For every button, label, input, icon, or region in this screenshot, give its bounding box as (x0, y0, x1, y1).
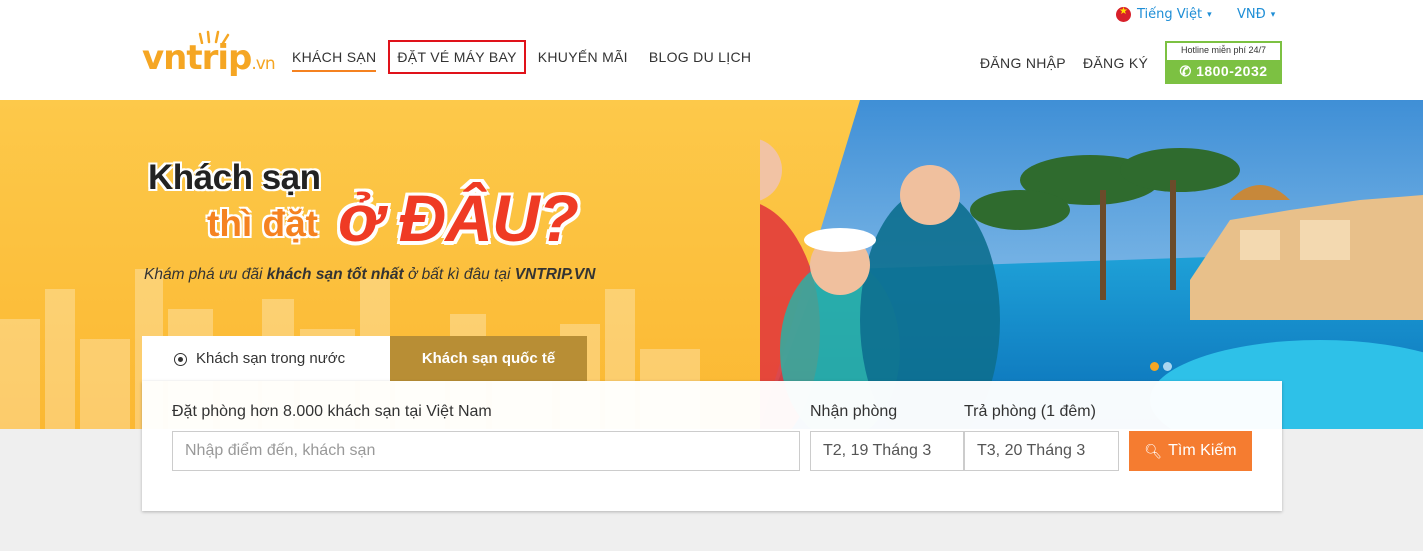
hero-headline-line2: thì đặt (207, 203, 318, 244)
slider-dot[interactable] (1163, 362, 1172, 371)
tagline-bold: khách sạn tốt nhất (266, 266, 404, 283)
tagline-part2: ở bất kì đâu tại (403, 266, 515, 283)
beach-resort-photo (760, 100, 1423, 429)
logo-sun-icon (198, 30, 230, 44)
search-button[interactable]: 🔍︎ Tìm Kiếm (1129, 431, 1252, 471)
nav-khuyen-mai[interactable]: KHUYẾN MÃI (529, 41, 637, 73)
logo-vn: vn (142, 38, 187, 78)
tab-international-hotels[interactable]: Khách sạn quốc tế (390, 336, 587, 381)
nav-blog-du-lich[interactable]: BLOG DU LỊCH (640, 41, 760, 73)
logo-suffix: .vn (251, 54, 275, 74)
radio-selected-icon (174, 353, 187, 366)
main-nav: KHÁCH SẠN ĐẶT VÉ MÁY BAY KHUYẾN MÃI BLOG… (283, 40, 763, 74)
destination-field (172, 431, 800, 471)
language-selector[interactable]: Tiếng Việt ▾ (1116, 6, 1212, 22)
checkout-date-field[interactable]: T3, 20 Tháng 3 (964, 431, 1119, 471)
header: Tiếng Việt ▾ VNĐ ▾ vntrip.vn KHÁCH SẠN Đ… (0, 0, 1423, 100)
search-subtitle: Đặt phòng hơn 8.000 khách sạn tại Việt N… (172, 403, 492, 420)
hero-headline-emphasis: ở ĐÂU? (338, 181, 579, 255)
destination-input[interactable] (185, 432, 787, 470)
vietnam-flag-icon (1116, 6, 1131, 22)
tagline-part1: Khám phá ưu đãi (144, 266, 267, 283)
hotline-label: Hotline miễn phí 24/7 (1180, 45, 1267, 55)
search-icon: 🔍︎ (1144, 442, 1163, 459)
nav-dat-ve-may-bay[interactable]: ĐẶT VÉ MÁY BAY (388, 40, 526, 74)
hotline-number: 1800-2032 (1196, 63, 1268, 79)
hero-headline-line1: Khách sạn (148, 158, 321, 197)
tab-domestic-label: Khách sạn trong nước (196, 350, 346, 367)
checkin-date-field[interactable]: T2, 19 Tháng 3 (810, 431, 964, 471)
vntrip-logo[interactable]: vntrip.vn (142, 30, 276, 78)
hero-tagline: Khám phá ưu đãi khách sạn tốt nhất ở bất… (144, 266, 595, 284)
search-button-label: Tìm Kiếm (1168, 442, 1237, 459)
language-label: Tiếng Việt (1137, 7, 1203, 22)
login-link[interactable]: ĐĂNG NHẬP (980, 55, 1066, 71)
hotline-badge[interactable]: Hotline miễn phí 24/7 ✆ 1800-2032 (1165, 41, 1282, 84)
register-link[interactable]: ĐĂNG KÝ (1083, 55, 1148, 71)
slider-dots (1150, 362, 1172, 371)
chevron-down-icon: ▾ (1270, 9, 1276, 20)
tab-international-label: Khách sạn quốc tế (421, 350, 556, 367)
tab-domestic-hotels[interactable]: Khách sạn trong nước (142, 336, 390, 381)
logo-trip: trip (186, 38, 252, 78)
page: Tiếng Việt ▾ VNĐ ▾ vntrip.vn KHÁCH SẠN Đ… (0, 0, 1423, 551)
phone-icon: ✆ (1179, 63, 1192, 79)
currency-label: VNĐ (1237, 7, 1266, 22)
slider-dot[interactable] (1150, 362, 1159, 371)
hotline-number-box: ✆ 1800-2032 (1167, 60, 1280, 82)
currency-selector[interactable]: VNĐ ▾ (1237, 7, 1275, 22)
checkin-label: Nhận phòng (810, 403, 898, 420)
tagline-brand: VNTRIP.VN (514, 266, 596, 283)
chevron-down-icon: ▾ (1207, 9, 1212, 20)
checkout-label: Trả phòng (1 đêm) (964, 403, 1096, 420)
search-panel: Đặt phòng hơn 8.000 khách sạn tại Việt N… (142, 381, 1282, 511)
nav-khach-san[interactable]: KHÁCH SẠN (283, 41, 385, 73)
